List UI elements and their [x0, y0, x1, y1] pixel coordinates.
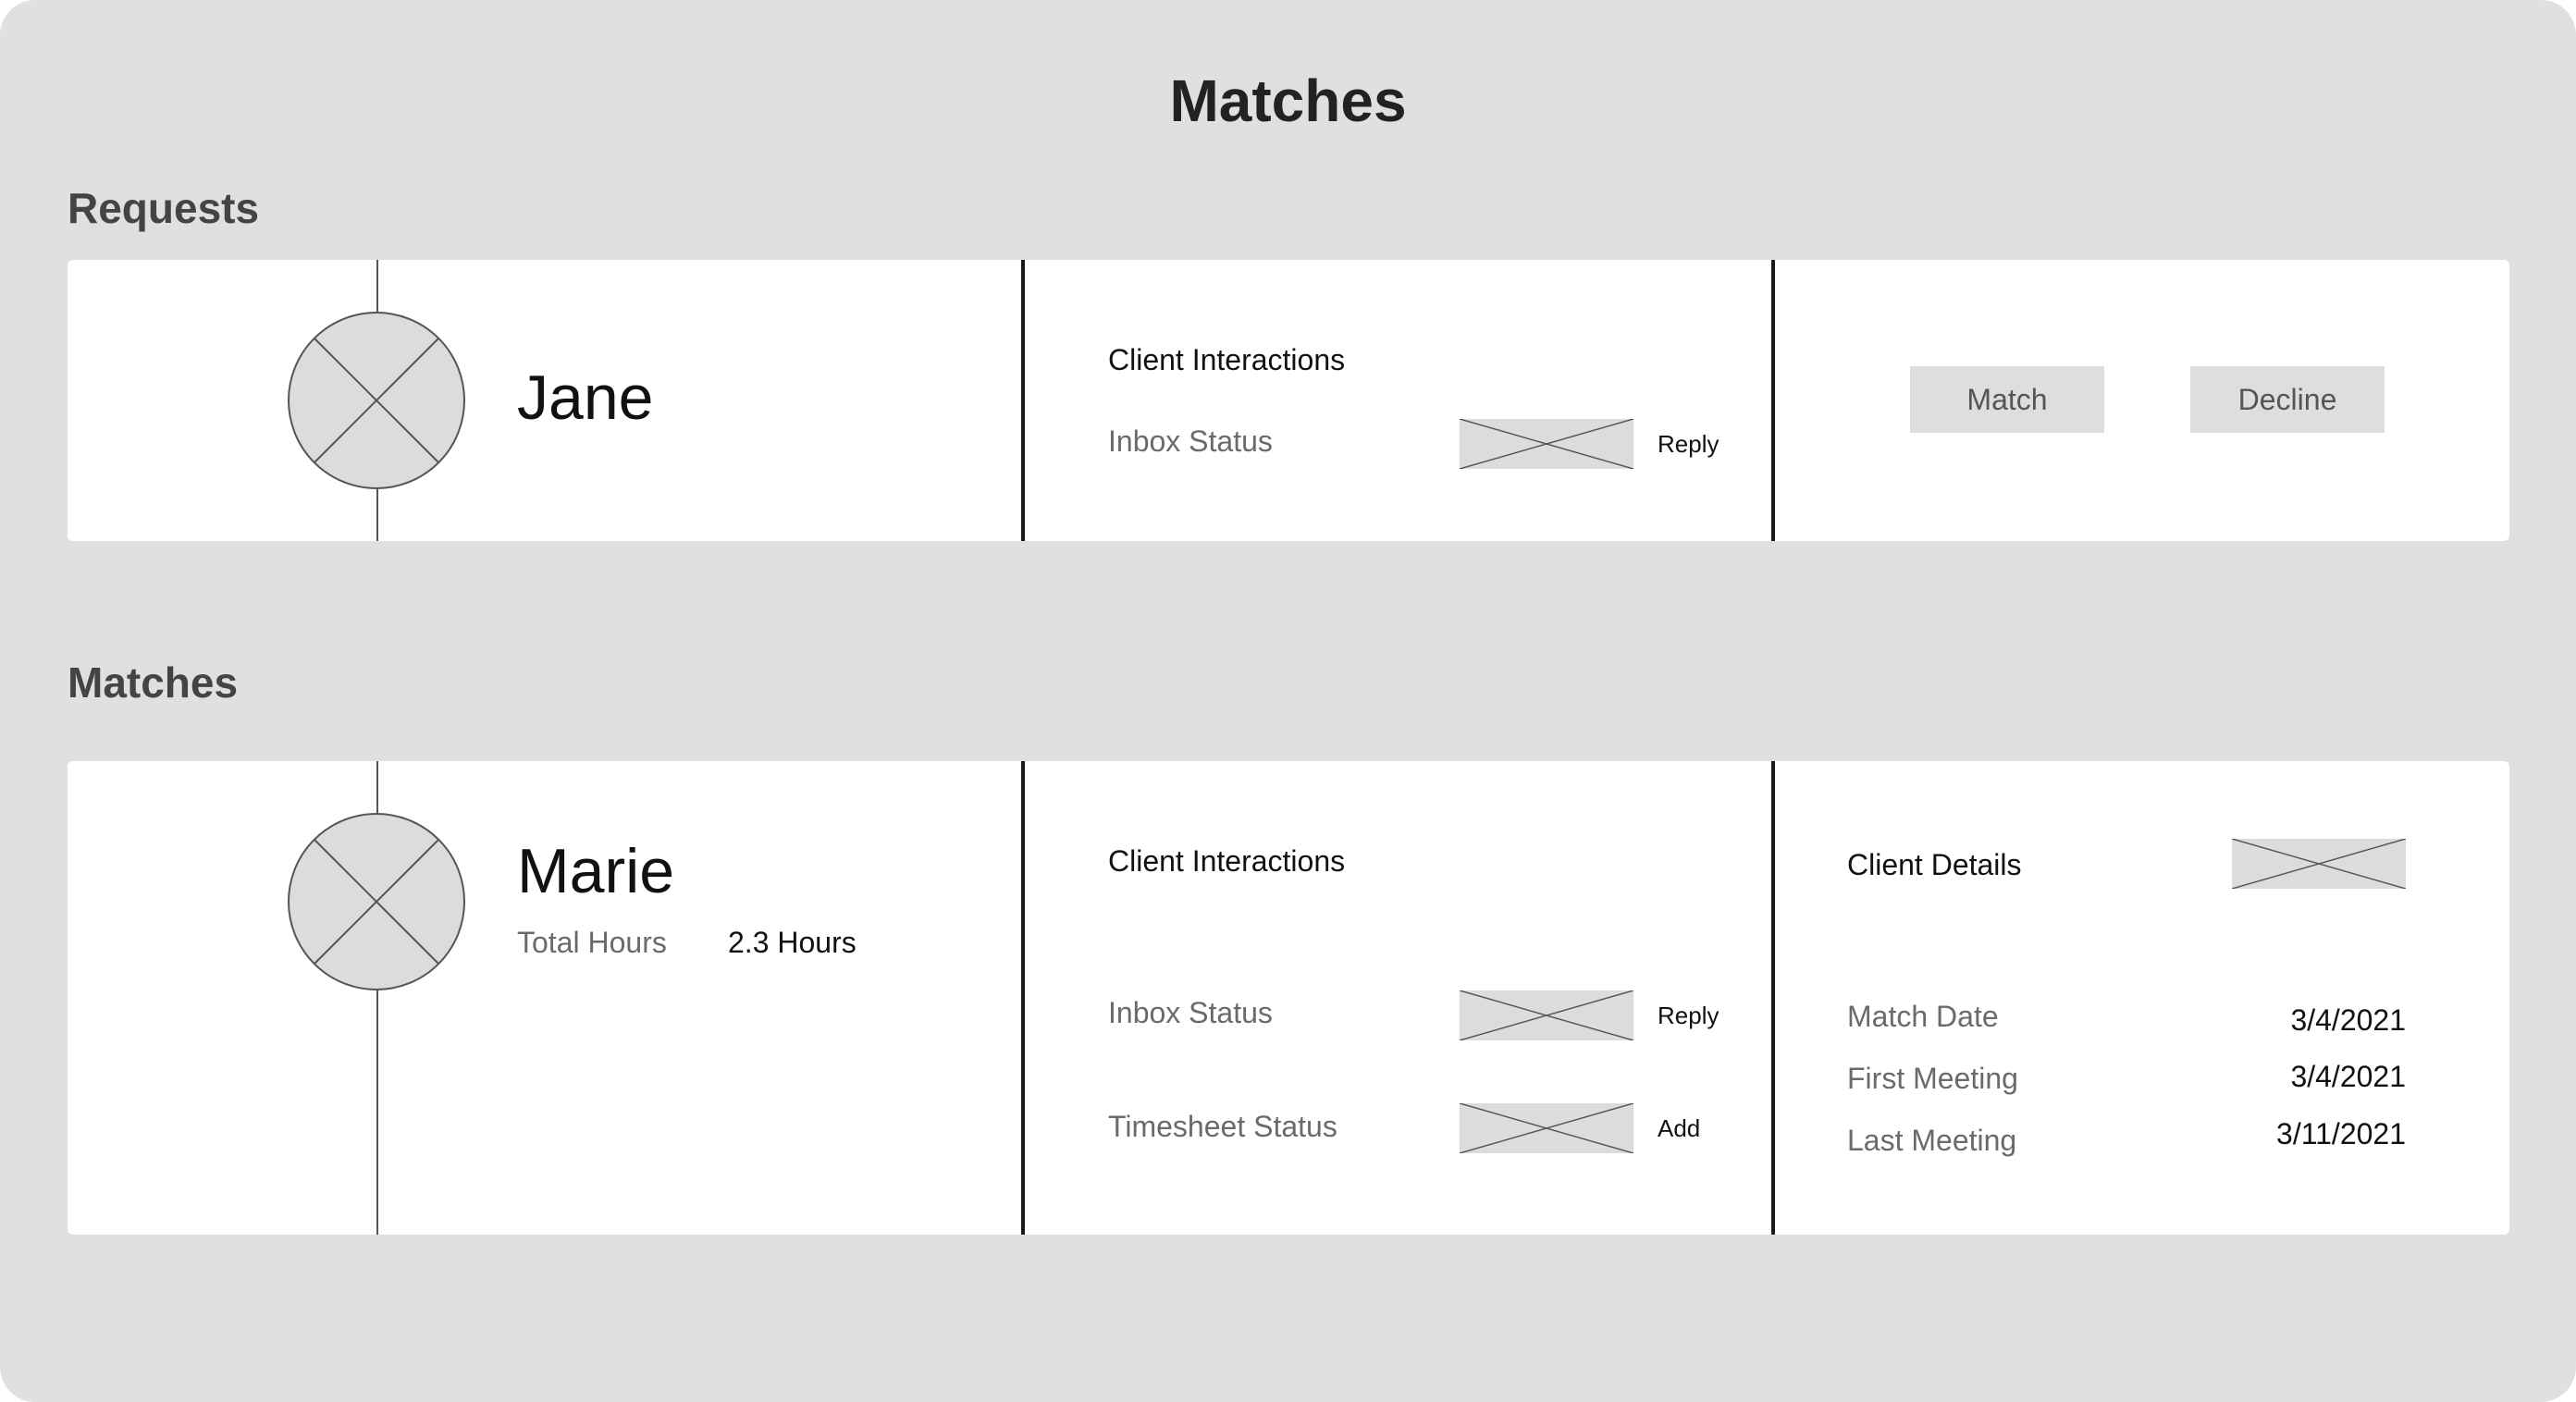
matches-heading: Matches	[68, 658, 239, 707]
timesheet-status-label: Timesheet Status	[1108, 1110, 1337, 1143]
decline-button[interactable]: Decline	[2190, 366, 2385, 433]
total-hours-label: Total Hours	[517, 926, 667, 959]
match-date-value: 3/4/2021	[2290, 1003, 2406, 1037]
inbox-status-label: Inbox Status	[1108, 424, 1273, 458]
first-meeting-value: 3/4/2021	[2290, 1060, 2406, 1093]
image-placeholder-icon	[2232, 839, 2406, 889]
match-date-label: Match Date	[1847, 1000, 1999, 1033]
add-link[interactable]: Add	[1658, 1114, 1700, 1143]
last-meeting-value: 3/11/2021	[2276, 1117, 2406, 1150]
reply-link[interactable]: Reply	[1658, 430, 1719, 459]
client-interactions-heading: Client Interactions	[1108, 844, 1346, 878]
image-placeholder-icon	[1460, 990, 1633, 1040]
match-button[interactable]: Match	[1910, 366, 2104, 433]
inbox-status-label: Inbox Status	[1108, 996, 1273, 1029]
request-card: Jane Client Interactions Inbox Status Re…	[68, 260, 2509, 541]
client-name[interactable]: Marie	[517, 835, 674, 907]
column-divider	[1021, 761, 1025, 1235]
requests-heading: Requests	[68, 184, 260, 232]
client-name[interactable]: Jane	[517, 362, 653, 434]
image-placeholder-icon	[1460, 1103, 1633, 1153]
avatar-placeholder-icon[interactable]	[287, 812, 466, 991]
avatar-placeholder-icon[interactable]	[287, 311, 466, 490]
column-divider	[1021, 260, 1025, 541]
client-details-heading: Client Details	[1847, 848, 2022, 881]
column-divider	[1771, 260, 1775, 541]
reply-link[interactable]: Reply	[1658, 1002, 1719, 1030]
column-divider	[1771, 761, 1775, 1235]
image-placeholder-icon	[1460, 419, 1633, 469]
match-card: Marie Total Hours 2.3 Hours Client Inter…	[68, 761, 2509, 1235]
first-meeting-label: First Meeting	[1847, 1062, 2018, 1095]
last-meeting-label: Last Meeting	[1847, 1124, 2017, 1157]
page-title: Matches	[1169, 68, 1407, 134]
app-frame: Matches Requests Jane Client Interaction…	[0, 0, 2576, 1402]
total-hours-value: 2.3 Hours	[728, 926, 857, 959]
client-interactions-heading: Client Interactions	[1108, 343, 1346, 376]
